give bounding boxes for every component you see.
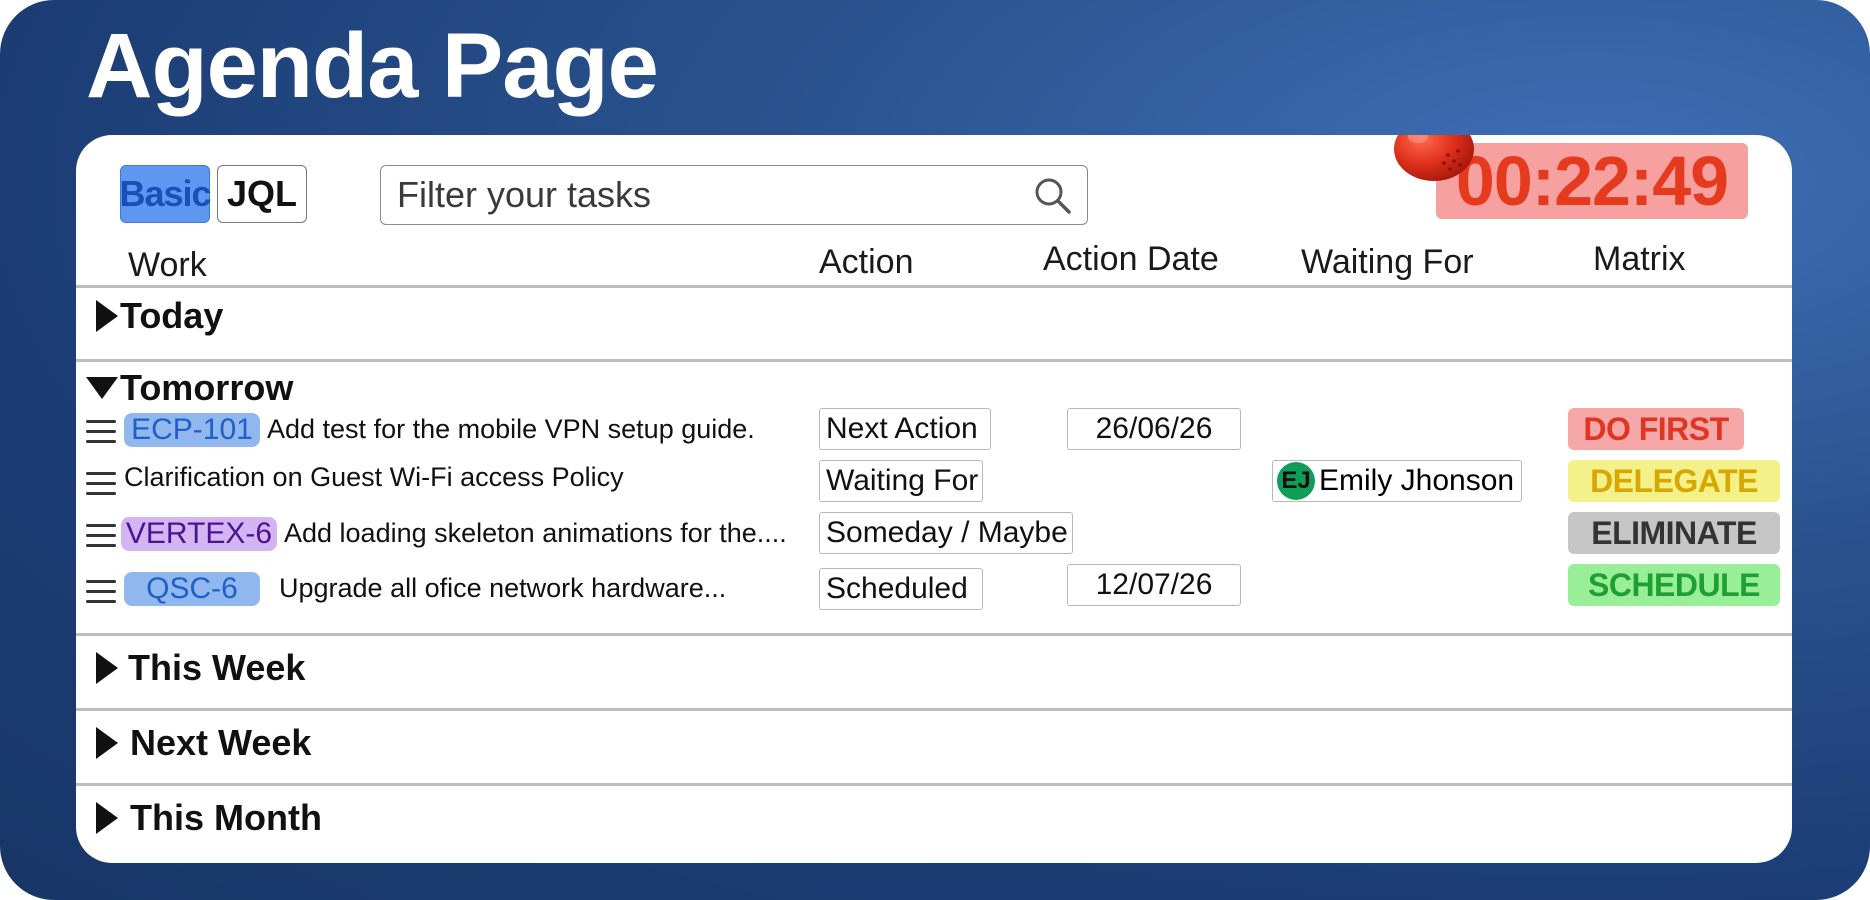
section-label: Next Week (130, 722, 312, 763)
expand-icon (96, 652, 118, 684)
matrix-badge-delegate[interactable]: DELEGATE (1568, 460, 1780, 502)
action-field[interactable]: Scheduled (819, 568, 983, 610)
issue-key-badge[interactable]: QSC-6 (124, 572, 260, 606)
section-label: This Month (130, 797, 322, 838)
column-header-action-date: Action Date (1043, 240, 1219, 278)
collapse-icon (86, 377, 118, 399)
expand-icon (96, 802, 118, 834)
expand-icon (96, 300, 118, 332)
task-title[interactable]: Add loading skeleton animations for the.… (284, 518, 787, 549)
expand-icon (96, 727, 118, 759)
action-date-field[interactable]: 26/06/26 (1067, 408, 1241, 450)
section-divider (76, 783, 1792, 786)
jql-mode-button[interactable]: JQL (217, 165, 307, 223)
section-divider (76, 633, 1792, 636)
agenda-card: Basic JQL 00:22:49 (76, 135, 1792, 863)
column-header-matrix: Matrix (1593, 240, 1686, 278)
task-row[interactable]: ECP-101 Add test for the mobile VPN setu… (76, 408, 1792, 458)
app-background: Agenda Page Basic JQL 00:22:49 (0, 0, 1870, 900)
action-field[interactable]: Waiting For (819, 460, 983, 502)
basic-mode-button[interactable]: Basic (119, 165, 212, 223)
search-box (380, 165, 1088, 225)
action-date-field[interactable]: 12/07/26 (1067, 564, 1241, 606)
matrix-badge-do-first[interactable]: DO FIRST (1568, 408, 1744, 450)
task-title[interactable]: Clarification on Guest Wi-Fi access Poli… (124, 462, 624, 493)
tomato-icon[interactable] (1388, 135, 1480, 185)
section-today[interactable]: Today (96, 295, 223, 337)
header-divider (76, 285, 1792, 288)
section-label: Tomorrow (120, 367, 294, 408)
drag-handle-icon[interactable] (86, 524, 116, 548)
search-input[interactable] (395, 173, 999, 217)
drag-handle-icon[interactable] (86, 420, 116, 444)
matrix-badge-schedule[interactable]: SCHEDULE (1568, 564, 1780, 606)
avatar: EJ (1277, 462, 1315, 500)
matrix-badge-eliminate[interactable]: ELIMINATE (1568, 512, 1780, 554)
drag-handle-icon[interactable] (86, 576, 116, 603)
column-header-action: Action (819, 243, 914, 281)
drag-handle-icon[interactable] (86, 472, 116, 496)
task-title[interactable]: Add test for the mobile VPN setup guide. (267, 414, 755, 445)
action-field[interactable]: Next Action (819, 408, 991, 450)
waiting-for-name: Emily Jhonson (1319, 464, 1515, 497)
task-row[interactable]: QSC-6 Upgrade all ofice network hardware… (76, 564, 1792, 614)
waiting-for-field[interactable]: EJ Emily Jhonson (1272, 460, 1522, 502)
section-label: This Week (128, 647, 306, 688)
section-next-week[interactable]: Next Week (96, 722, 311, 764)
section-this-month[interactable]: This Month (96, 797, 322, 839)
section-tomorrow[interactable]: Tomorrow (86, 367, 293, 409)
issue-key-badge[interactable]: VERTEX-6 (121, 517, 277, 551)
search-icon[interactable] (1031, 174, 1075, 218)
section-divider (76, 708, 1792, 711)
pomodoro-timer[interactable]: 00:22:49 (1436, 142, 1748, 220)
task-title[interactable]: Upgrade all ofice network hardware... (279, 573, 726, 604)
task-row[interactable]: Clarification on Guest Wi-Fi access Poli… (76, 460, 1792, 510)
section-label: Today (120, 295, 224, 336)
column-header-waiting-for: Waiting For (1301, 243, 1474, 281)
column-header-work: Work (128, 246, 207, 284)
issue-key-badge[interactable]: ECP-101 (124, 413, 260, 447)
action-field[interactable]: Someday / Maybe (819, 512, 1073, 554)
section-divider (76, 359, 1792, 362)
page-title: Agenda Page (86, 15, 659, 117)
task-row[interactable]: VERTEX-6 Add loading skeleton animations… (76, 512, 1792, 562)
section-this-week[interactable]: This Week (96, 647, 305, 689)
